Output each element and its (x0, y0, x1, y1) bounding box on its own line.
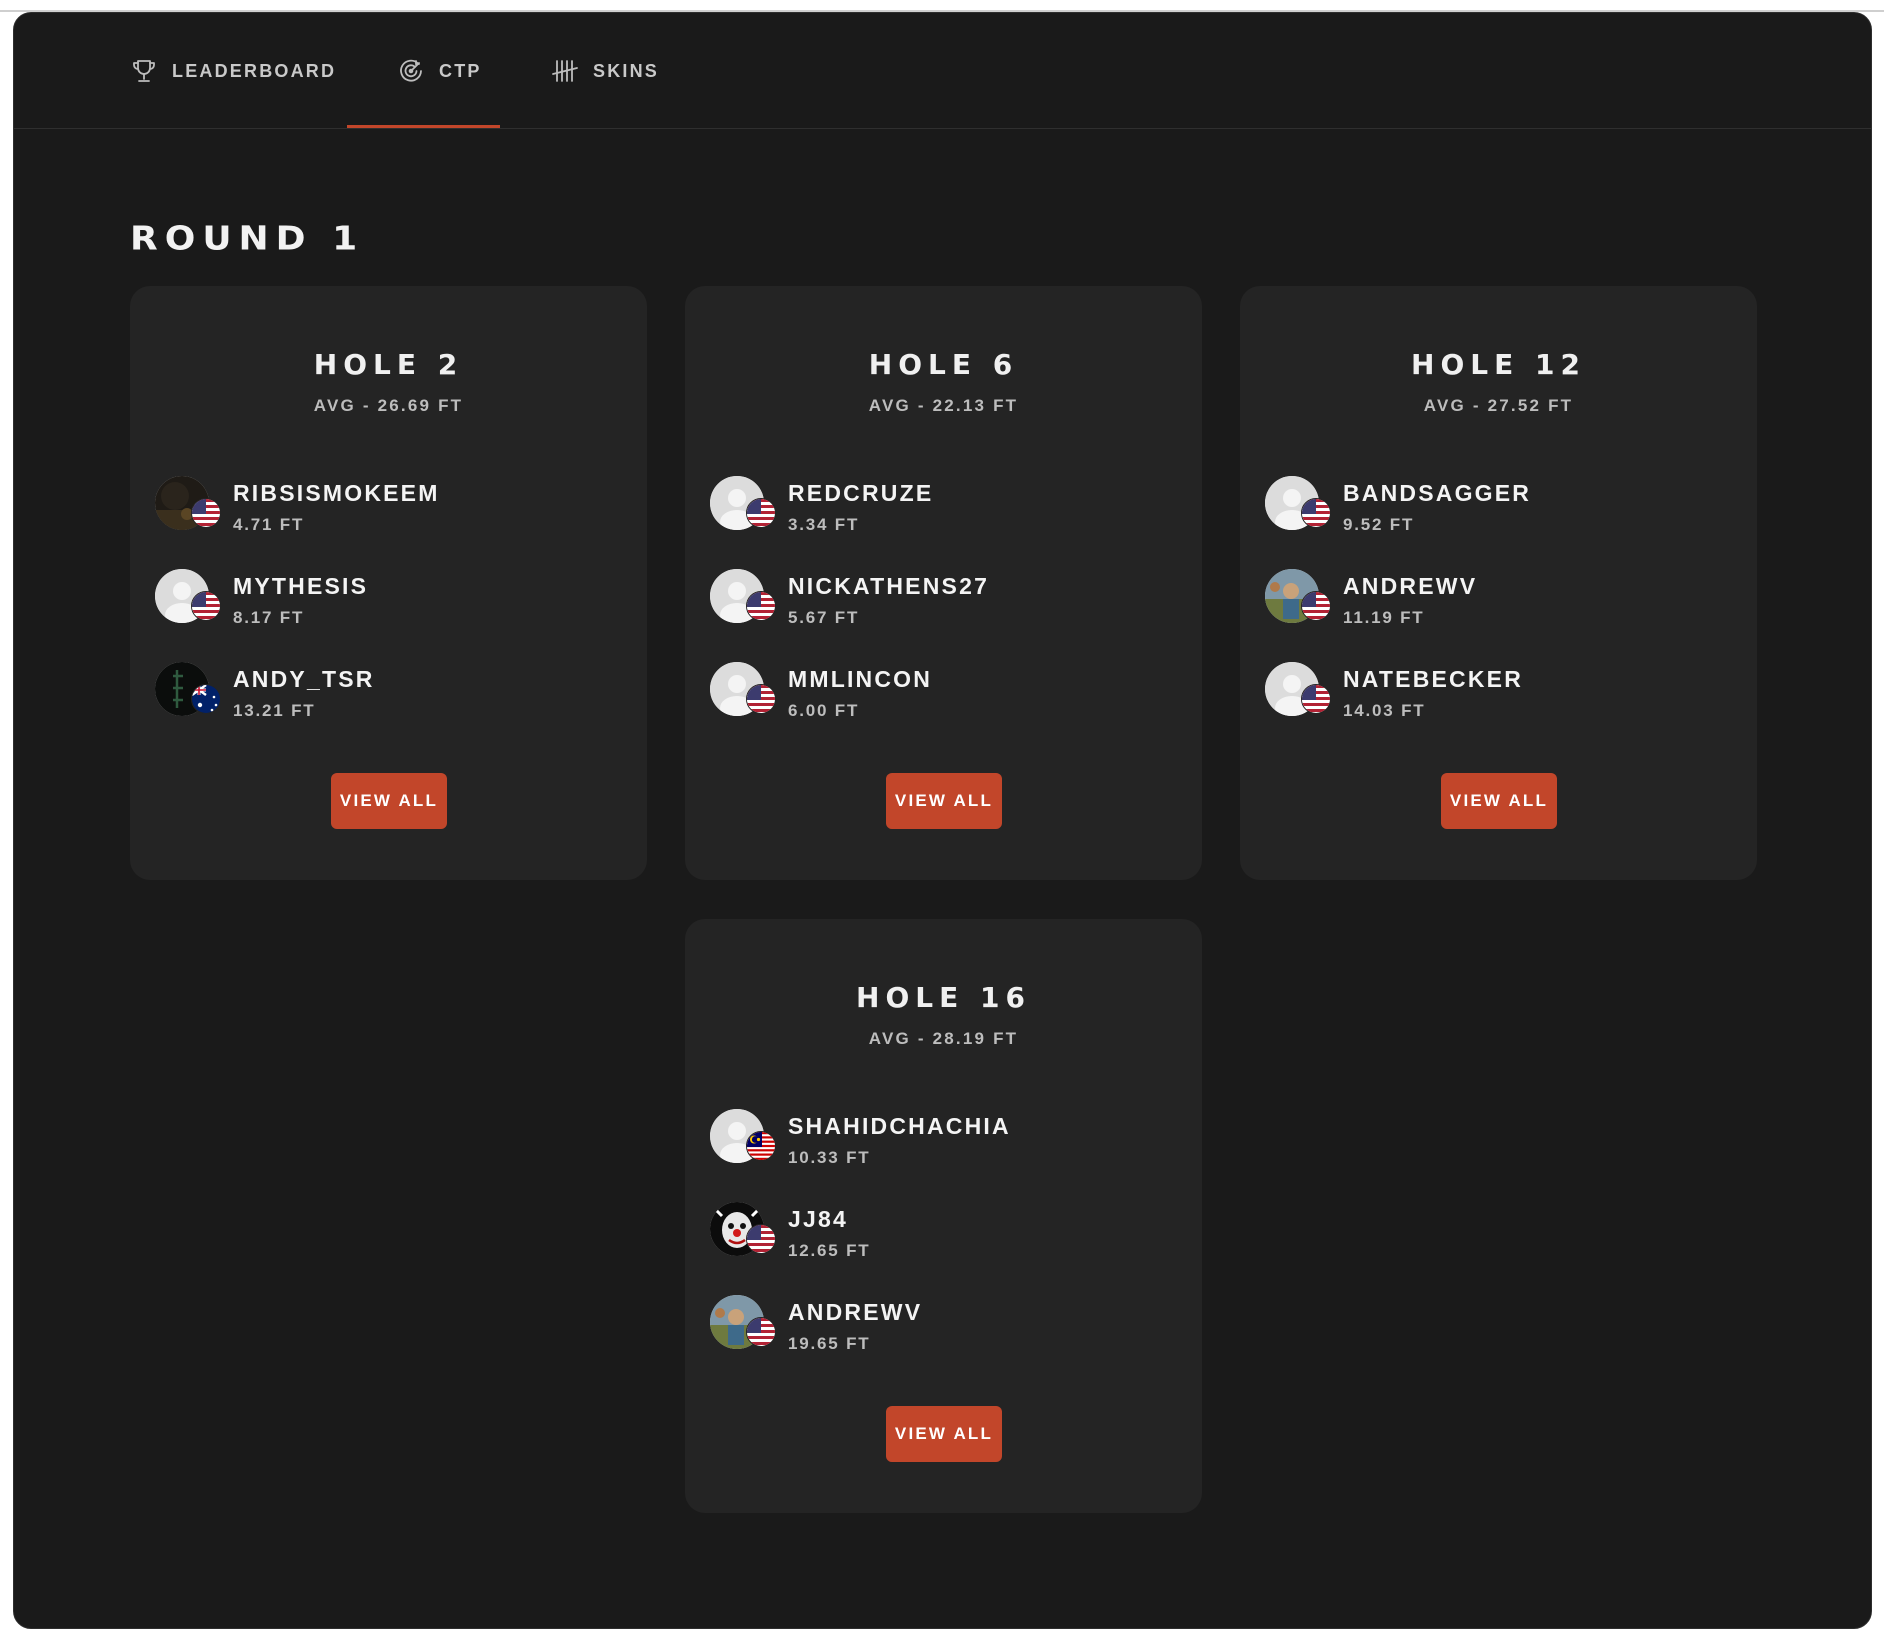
us-flag-icon (1301, 498, 1331, 528)
avatar (1265, 662, 1331, 722)
hole-title: HOLE 2 (313, 348, 464, 381)
malaysia-flag-icon (746, 1131, 776, 1161)
player-row[interactable]: JJ84 12.65 FT (710, 1202, 1150, 1272)
round-title: ROUND 1 (130, 220, 365, 258)
player-row[interactable]: NICKATHENS27 5.67 FT (710, 569, 1150, 639)
avatar (710, 1202, 776, 1262)
us-flag-icon (191, 591, 221, 621)
avatar (1265, 569, 1331, 629)
player-name: RIBSISMOKEEM (233, 480, 440, 506)
player-row[interactable]: ANDREWV 11.19 FT (1265, 569, 1705, 639)
player-distance: 6.00 FT (788, 701, 860, 720)
hole-average: AVG - 28.19 FT (868, 1029, 1019, 1048)
target-icon (397, 57, 425, 85)
tab-label: CTP (439, 60, 482, 81)
tab-ctp[interactable]: CTP (397, 13, 482, 129)
us-flag-icon (1301, 684, 1331, 714)
player-row[interactable]: MYTHESIS 8.17 FT (155, 569, 595, 639)
hole-average: AVG - 27.52 FT (1423, 396, 1574, 415)
view-all-button[interactable]: VIEW ALL (886, 773, 1002, 829)
app-window: LEADERBOARD CTP SKINS ROUND 1 HOLE 2 AVG… (13, 12, 1872, 1629)
player-distance: 8.17 FT (233, 608, 305, 627)
player-row[interactable]: MMLINCON 6.00 FT (710, 662, 1150, 732)
tab-label: LEADERBOARD (172, 60, 337, 81)
player-distance: 11.19 FT (1343, 608, 1425, 627)
hole-title: HOLE 6 (868, 348, 1019, 381)
hole-card: HOLE 2 AVG - 26.69 FT RIBSISMOKEEM 4.71 … (130, 286, 647, 880)
player-distance: 4.71 FT (233, 515, 305, 534)
player-row[interactable]: ANDY_TSR 13.21 FT (155, 662, 595, 732)
player-distance: 19.65 FT (788, 1334, 871, 1353)
player-name: ANDREWV (1343, 573, 1478, 599)
avatar (155, 476, 221, 536)
player-distance: 9.52 FT (1343, 515, 1415, 534)
hole-card: HOLE 6 AVG - 22.13 FT REDCRUZE 3.34 FT N… (685, 286, 1202, 880)
hole-title: HOLE 16 (856, 981, 1031, 1014)
avatar (710, 569, 776, 629)
player-distance: 10.33 FT (788, 1148, 871, 1167)
player-row[interactable]: REDCRUZE 3.34 FT (710, 476, 1150, 546)
player-distance: 3.34 FT (788, 515, 860, 534)
us-flag-icon (1301, 591, 1331, 621)
hole-title: HOLE 12 (1411, 348, 1586, 381)
us-flag-icon (746, 498, 776, 528)
tab-bar: LEADERBOARD CTP SKINS (14, 13, 1871, 129)
tally-icon (551, 57, 579, 85)
player-distance: 5.67 FT (788, 608, 860, 627)
tab-label: SKINS (593, 60, 660, 81)
us-flag-icon (746, 1317, 776, 1347)
avatar (155, 662, 221, 722)
avatar (710, 1295, 776, 1355)
avatar (710, 476, 776, 536)
player-name: BANDSAGGER (1343, 480, 1532, 506)
avatar (710, 662, 776, 722)
hole-card: HOLE 16 AVG - 28.19 FT SHAHIDCHACHIA 10.… (685, 919, 1202, 1513)
active-tab-indicator (347, 125, 500, 128)
player-row[interactable]: RIBSISMOKEEM 4.71 FT (155, 476, 595, 546)
avatar (710, 1109, 776, 1169)
player-row[interactable]: NATEBECKER 14.03 FT (1265, 662, 1705, 732)
player-name: NICKATHENS27 (788, 573, 990, 599)
player-row[interactable]: BANDSAGGER 9.52 FT (1265, 476, 1705, 546)
player-name: NATEBECKER (1343, 666, 1524, 692)
player-distance: 14.03 FT (1343, 701, 1426, 720)
player-name: MYTHESIS (233, 573, 369, 599)
hole-average: AVG - 26.69 FT (313, 396, 464, 415)
view-all-button[interactable]: VIEW ALL (1441, 773, 1557, 829)
australia-flag-icon (191, 684, 221, 714)
tab-skins[interactable]: SKINS (551, 13, 659, 129)
us-flag-icon (746, 591, 776, 621)
us-flag-icon (746, 684, 776, 714)
avatar (1265, 476, 1331, 536)
avatar (155, 569, 221, 629)
player-row[interactable]: ANDREWV 19.65 FT (710, 1295, 1150, 1365)
tab-leaderboard[interactable]: LEADERBOARD (130, 13, 336, 129)
us-flag-icon (191, 498, 221, 528)
trophy-icon (130, 57, 158, 85)
player-name: ANDREWV (788, 1299, 923, 1325)
player-name: REDCRUZE (788, 480, 934, 506)
view-all-button[interactable]: VIEW ALL (331, 773, 447, 829)
player-distance: 12.65 FT (788, 1241, 871, 1260)
player-name: JJ84 (788, 1206, 848, 1232)
hole-average: AVG - 22.13 FT (868, 396, 1019, 415)
us-flag-icon (746, 1224, 776, 1254)
player-row[interactable]: SHAHIDCHACHIA 10.33 FT (710, 1109, 1150, 1179)
player-name: ANDY_TSR (233, 666, 375, 692)
hole-card: HOLE 12 AVG - 27.52 FT BANDSAGGER 9.52 F… (1240, 286, 1757, 880)
player-name: MMLINCON (788, 666, 933, 692)
player-name: SHAHIDCHACHIA (788, 1113, 1011, 1139)
view-all-button[interactable]: VIEW ALL (886, 1406, 1002, 1462)
player-distance: 13.21 FT (233, 701, 316, 720)
